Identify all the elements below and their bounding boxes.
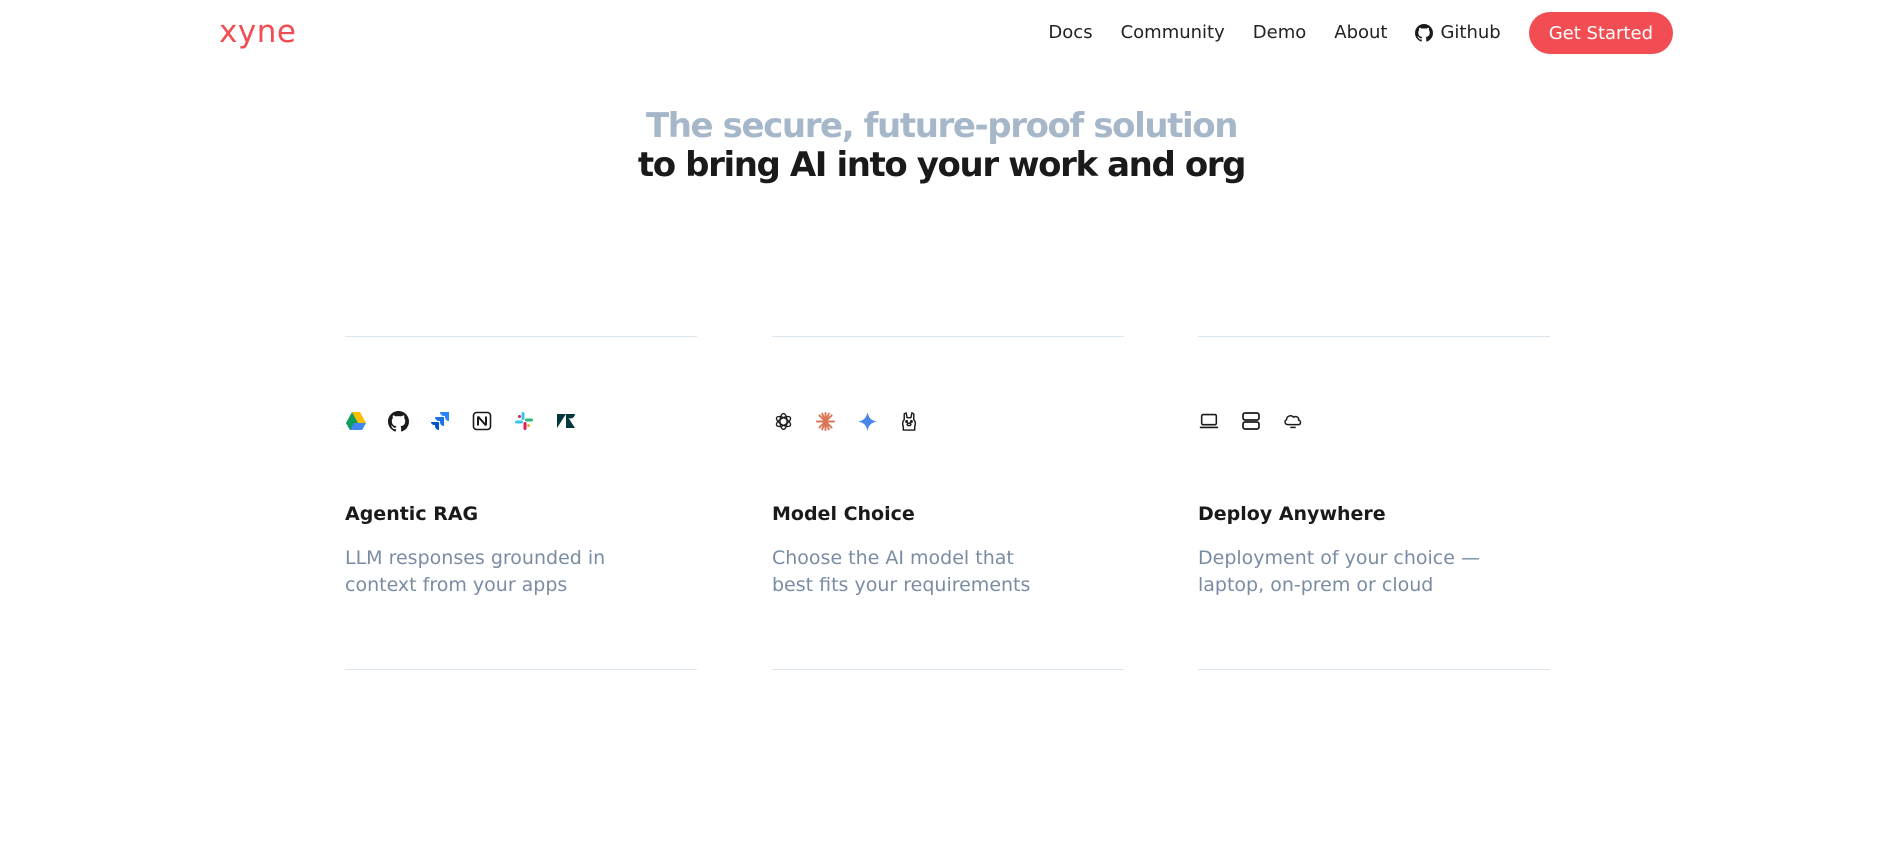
hero-line-1: The secure, future-proof solution <box>645 106 1239 146</box>
gemini-icon <box>856 410 878 432</box>
top-nav: Docs Community Demo About Github Get Sta… <box>1020 12 1673 54</box>
ollama-icon <box>898 410 920 432</box>
zendesk-icon <box>555 410 577 432</box>
feature-title: Deploy Anywhere <box>1198 503 1386 525</box>
feature-description-line-2: laptop, on-prem or cloud <box>1198 574 1434 596</box>
feature-description: LLM responses grounded in context from y… <box>345 545 685 599</box>
model-icons <box>772 410 940 432</box>
nav-community[interactable]: Community <box>1121 22 1225 44</box>
feature-agentic-rag: Agentic RAG LLM responses grounded in co… <box>345 336 697 670</box>
slack-icon <box>513 410 535 432</box>
integration-icons <box>345 410 597 432</box>
feature-model-choice: Model Choice Choose the AI model that be… <box>772 336 1124 670</box>
feature-title: Model Choice <box>772 503 915 525</box>
feature-title: Agentic RAG <box>345 503 479 525</box>
feature-description-line-2: context from your apps <box>345 574 568 596</box>
cloud-icon <box>1282 410 1304 432</box>
logo[interactable]: xyne <box>219 14 296 50</box>
laptop-icon <box>1198 410 1220 432</box>
feature-description: Deployment of your choice — laptop, on-p… <box>1198 545 1538 599</box>
deployment-icons <box>1198 410 1324 432</box>
nav-github[interactable]: Github <box>1415 22 1501 44</box>
feature-description-line-1: Deployment of your choice — <box>1198 547 1480 569</box>
divider <box>772 336 1124 337</box>
divider <box>1198 336 1550 337</box>
divider <box>772 669 1124 670</box>
nav-github-label: Github <box>1440 22 1501 43</box>
notion-icon <box>471 410 493 432</box>
feature-description: Choose the AI model that best fits your … <box>772 545 1112 599</box>
nav-about[interactable]: About <box>1334 22 1387 44</box>
divider <box>1198 669 1550 670</box>
divider <box>345 336 697 337</box>
google-drive-icon <box>345 410 367 432</box>
nav-docs[interactable]: Docs <box>1048 22 1092 44</box>
divider <box>345 669 697 670</box>
github-icon <box>1415 24 1434 42</box>
jira-icon <box>429 410 451 432</box>
feature-description-line-1: Choose the AI model that <box>772 547 1014 569</box>
nav-demo[interactable]: Demo <box>1253 22 1306 44</box>
feature-description-line-1: LLM responses grounded in <box>345 547 606 569</box>
server-icon <box>1240 410 1262 432</box>
feature-description-line-2: best fits your requirements <box>772 574 1031 596</box>
feature-deploy-anywhere: Deploy Anywhere Deployment of your choic… <box>1198 336 1550 670</box>
hero-line-2: to bring AI into your work and org <box>637 145 1247 185</box>
github-icon <box>387 410 409 432</box>
anthropic-icon <box>814 410 836 432</box>
openai-icon <box>772 410 794 432</box>
hero-heading: The secure, future-proof solution to bri… <box>0 107 1883 185</box>
get-started-button[interactable]: Get Started <box>1528 12 1673 54</box>
